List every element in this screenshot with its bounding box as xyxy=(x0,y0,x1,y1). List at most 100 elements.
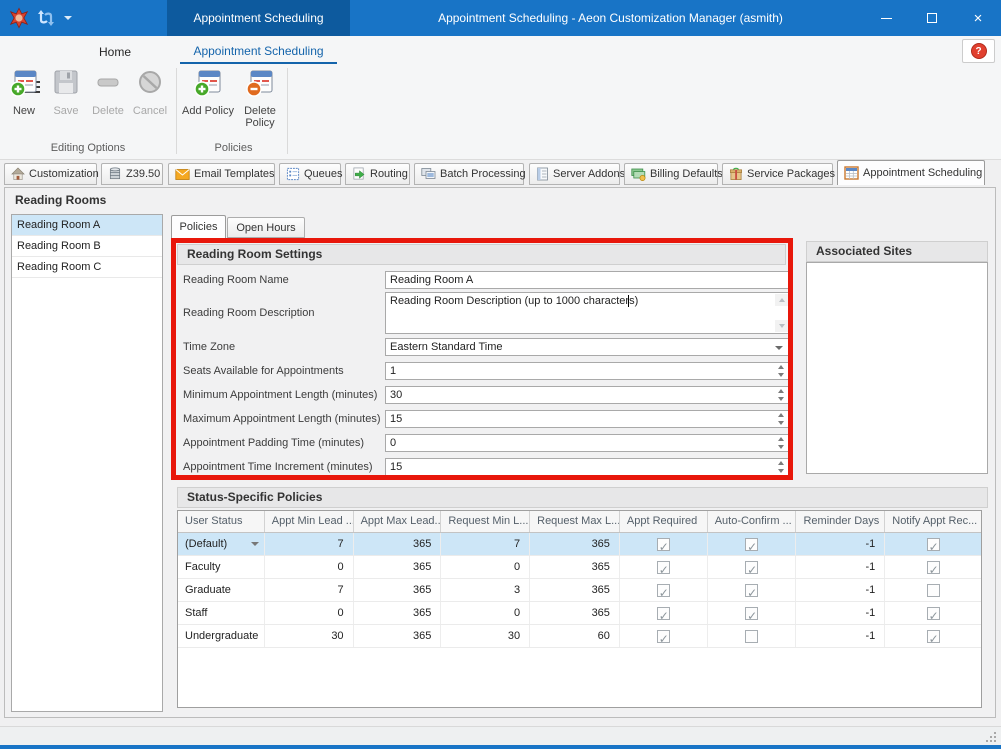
appt-required-checkbox[interactable] xyxy=(657,538,670,551)
appointment-scheduling-icon xyxy=(844,166,859,180)
tab-billing-defaults[interactable]: Billing Defaults xyxy=(624,163,718,185)
delete-policy-button[interactable]: Delete Policy xyxy=(237,66,283,129)
column-header[interactable]: Request Max L... xyxy=(530,511,620,532)
reading-room-description-textarea[interactable]: Reading Room Description (up to 1000 cha… xyxy=(385,292,790,334)
auto-confirm-checkbox[interactable] xyxy=(745,561,758,574)
routing-icon xyxy=(352,167,366,181)
table-header-row: User Status Appt Min Lead ... Appt Max L… xyxy=(178,511,981,533)
resize-grip[interactable] xyxy=(984,730,996,742)
tab-server-addons[interactable]: Server Addons xyxy=(529,163,620,185)
add-policy-button[interactable]: Add Policy xyxy=(181,66,235,117)
delete-button[interactable]: Delete xyxy=(86,66,130,117)
group-label-editing-options: Editing Options xyxy=(0,142,176,154)
max-appt-length-spinner[interactable]: 15 xyxy=(385,410,790,428)
appt-required-checkbox[interactable] xyxy=(657,630,670,643)
scroll-up-icon[interactable] xyxy=(775,294,788,306)
appt-increment-spinner[interactable]: 15 xyxy=(385,458,790,476)
tab-z3950[interactable]: Z39.50 xyxy=(101,163,163,185)
tab-batch-processing[interactable]: Batch Processing xyxy=(414,163,524,185)
tab-policies[interactable]: Policies xyxy=(171,215,226,238)
status-policies-table: User Status Appt Min Lead ... Appt Max L… xyxy=(177,510,982,708)
notify-appt-checkbox[interactable] xyxy=(927,538,940,551)
appt-padding-spinner[interactable]: 0 xyxy=(385,434,790,452)
column-header[interactable]: Appt Min Lead ... xyxy=(265,511,354,532)
spinner-arrows-icon[interactable] xyxy=(774,411,788,427)
document-tab[interactable]: Appointment Scheduling xyxy=(167,0,350,36)
ribbon: Home Appointment Scheduling ? New xyxy=(0,36,1001,160)
field-label-reading-room-description: Reading Room Description xyxy=(183,307,314,319)
spinner-arrows-icon[interactable] xyxy=(774,459,788,475)
spinner-arrows-icon[interactable] xyxy=(774,363,788,379)
delete-icon xyxy=(92,66,124,98)
field-label-max-appt-length: Maximum Appointment Length (minutes) xyxy=(183,413,380,425)
undo-icon[interactable] xyxy=(36,8,56,28)
quick-access-dropdown-icon[interactable] xyxy=(64,16,72,20)
cancel-button[interactable]: Cancel xyxy=(128,66,172,117)
column-header[interactable]: Auto-Confirm ... xyxy=(708,511,797,532)
title-bar: Appointment Scheduling Appointment Sched… xyxy=(0,0,1001,36)
table-row-faculty[interactable]: Faculty 0 365 0 365 -1 xyxy=(178,556,981,579)
help-button[interactable]: ? xyxy=(962,39,995,63)
notify-appt-checkbox[interactable] xyxy=(927,584,940,597)
save-button[interactable]: Save xyxy=(44,66,88,117)
minimize-button[interactable] xyxy=(863,0,909,36)
ribbon-tab-appointment-scheduling[interactable]: Appointment Scheduling xyxy=(180,40,337,64)
column-header[interactable]: User Status xyxy=(178,511,265,532)
tab-service-packages[interactable]: Service Packages xyxy=(722,163,833,185)
auto-confirm-checkbox[interactable] xyxy=(745,630,758,643)
auto-confirm-checkbox[interactable] xyxy=(745,607,758,620)
spinner-arrows-icon[interactable] xyxy=(774,387,788,403)
server-addons-icon xyxy=(536,167,549,181)
reading-room-settings-header: Reading Room Settings xyxy=(177,244,786,265)
ribbon-tab-home[interactable]: Home xyxy=(75,40,155,64)
auto-confirm-checkbox[interactable] xyxy=(745,584,758,597)
close-button[interactable]: × xyxy=(955,0,1001,36)
min-appt-length-spinner[interactable]: 30 xyxy=(385,386,790,404)
column-header[interactable]: Appt Required xyxy=(620,511,708,532)
notify-appt-checkbox[interactable] xyxy=(927,607,940,620)
tab-appointment-scheduling[interactable]: Appointment Scheduling xyxy=(837,160,985,185)
new-button[interactable]: New xyxy=(2,66,46,117)
reading-rooms-panel: Reading Rooms Reading Room A Reading Roo… xyxy=(4,187,996,718)
cancel-icon xyxy=(134,66,166,98)
database-icon xyxy=(108,167,122,181)
list-item-reading-room-a[interactable]: Reading Room A xyxy=(12,215,162,236)
table-row-staff[interactable]: Staff 0 365 0 365 -1 xyxy=(178,602,981,625)
tab-email-templates[interactable]: Email Templates xyxy=(168,163,275,185)
tab-routing[interactable]: Routing xyxy=(345,163,410,185)
appt-required-checkbox[interactable] xyxy=(657,584,670,597)
maximize-button[interactable] xyxy=(909,0,955,36)
scroll-down-icon[interactable] xyxy=(775,320,788,332)
notify-appt-checkbox[interactable] xyxy=(927,630,940,643)
chevron-down-icon[interactable] xyxy=(251,542,259,546)
notify-appt-checkbox[interactable] xyxy=(927,561,940,574)
table-row-default[interactable]: (Default) 7 365 7 365 -1 xyxy=(178,533,981,556)
associated-sites-list[interactable] xyxy=(806,262,988,474)
table-row-undergraduate[interactable]: Undergraduate 30 365 30 60 -1 xyxy=(178,625,981,648)
reading-room-name-input[interactable]: Reading Room A xyxy=(385,271,790,289)
column-header[interactable]: Reminder Days xyxy=(796,511,885,532)
customization-icon xyxy=(11,167,25,181)
app-icon[interactable] xyxy=(8,7,30,29)
table-row-graduate[interactable]: Graduate 7 365 3 365 -1 xyxy=(178,579,981,602)
seats-available-spinner[interactable]: 1 xyxy=(385,362,790,380)
field-label-min-appt-length: Minimum Appointment Length (minutes) xyxy=(183,389,377,401)
list-item-reading-room-c[interactable]: Reading Room C xyxy=(12,257,162,278)
auto-confirm-checkbox[interactable] xyxy=(745,538,758,551)
time-zone-select[interactable]: Eastern Standard Time xyxy=(385,338,790,356)
ribbon-group-separator xyxy=(176,68,177,154)
tab-customization[interactable]: Customization xyxy=(4,163,97,185)
spinner-arrows-icon[interactable] xyxy=(774,435,788,451)
list-item-reading-room-b[interactable]: Reading Room B xyxy=(12,236,162,257)
appt-required-checkbox[interactable] xyxy=(657,607,670,620)
column-header[interactable]: Request Min L... xyxy=(441,511,530,532)
status-bar xyxy=(0,726,1001,745)
chevron-down-icon[interactable] xyxy=(775,346,783,350)
tab-open-hours[interactable]: Open Hours xyxy=(227,217,305,238)
status-specific-policies-header: Status-Specific Policies xyxy=(177,487,988,508)
tab-queues[interactable]: Queues xyxy=(279,163,341,185)
field-label-time-zone: Time Zone xyxy=(183,341,235,353)
column-header[interactable]: Appt Max Lead... xyxy=(354,511,442,532)
column-header[interactable]: Notify Appt Rec... xyxy=(885,511,981,532)
appt-required-checkbox[interactable] xyxy=(657,561,670,574)
